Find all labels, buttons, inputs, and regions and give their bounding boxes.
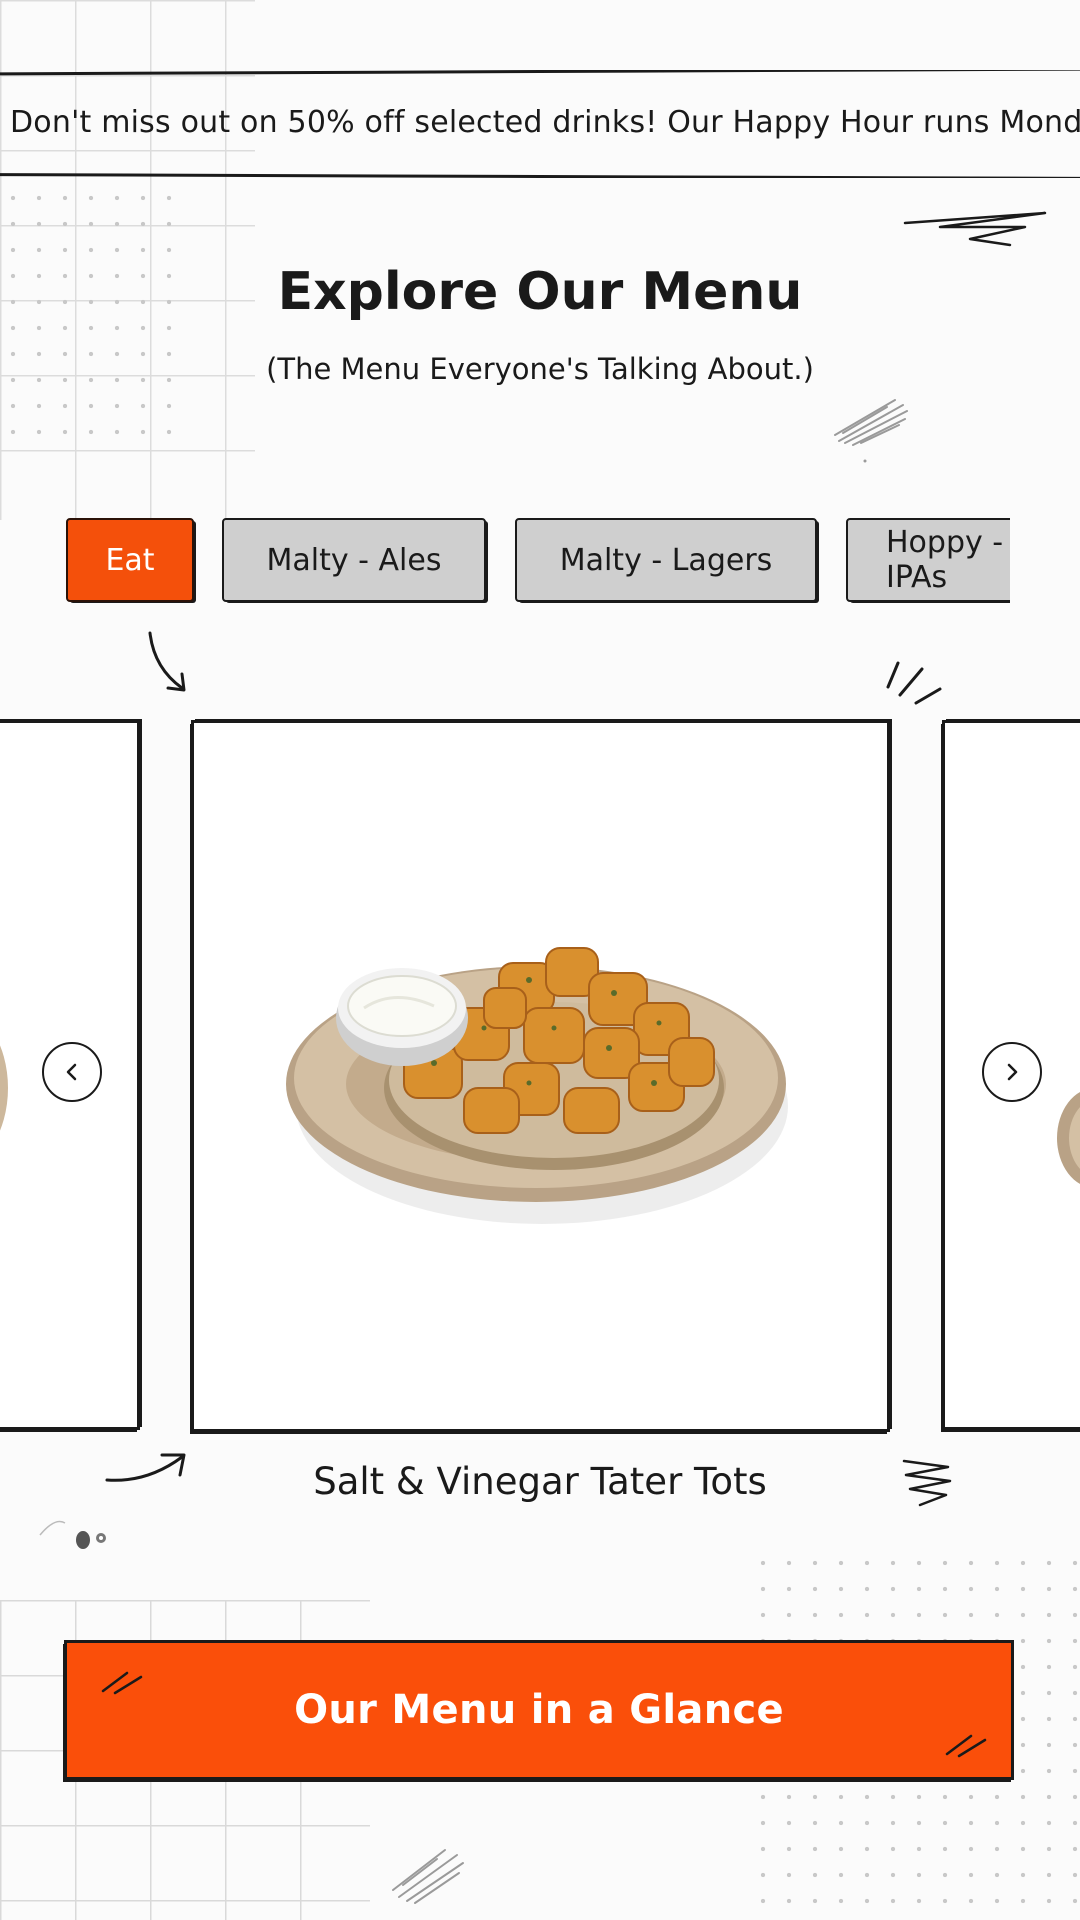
menu-category-tabs: Eat Malty - Ales Malty - Lagers Hoppy - …	[0, 516, 1010, 608]
page-title: Explore Our Menu	[277, 262, 803, 322]
current-item-name: Salt & Vinegar Tater Tots	[313, 1460, 767, 1503]
slash-doodle-icon	[945, 1734, 987, 1758]
scribble-doodle-icon	[903, 211, 1047, 247]
tater-tots-image	[286, 947, 788, 1224]
plate-image-partial-right	[1057, 1092, 1080, 1184]
spark-lines-icon	[886, 661, 942, 705]
marquee-bottom-border	[0, 173, 1080, 178]
tab-malty-ales[interactable]: Malty - Ales	[222, 518, 486, 602]
chevron-left-icon	[66, 1063, 77, 1081]
menu-carousel	[0, 715, 1080, 1435]
marquee-top-border	[0, 70, 1080, 76]
pencil-smudge-icon	[834, 399, 908, 463]
page-subtitle: (The Menu Everyone's Talking About.)	[266, 352, 814, 386]
menu-glance-button[interactable]: Our Menu in a Glance	[64, 1640, 1014, 1780]
tab-eat[interactable]: Eat	[66, 518, 194, 602]
chevron-right-icon	[1007, 1063, 1018, 1081]
pencil-smudge-bottom-icon	[392, 1849, 464, 1904]
slash-doodle-icon	[101, 1671, 143, 1695]
carousel-card-current[interactable]	[191, 720, 890, 1432]
plate-image-partial-left	[0, 1045, 8, 1131]
curved-arrow-down-icon	[148, 631, 186, 692]
announcement-marquee: Don't miss out on 50% off selected drink…	[0, 70, 1080, 178]
carousel-next-button[interactable]	[982, 1042, 1042, 1102]
menu-glance-label: Our Menu in a Glance	[294, 1687, 784, 1733]
tab-malty-lagers[interactable]: Malty - Lagers	[515, 518, 817, 602]
tab-hoppy[interactable]: Hoppy - IPAs	[846, 518, 1010, 602]
marquee-text: Don't miss out on 50% off selected drink…	[10, 105, 1080, 140]
carousel-prev-button[interactable]	[42, 1042, 102, 1102]
ink-splatter-icon	[39, 1520, 106, 1549]
